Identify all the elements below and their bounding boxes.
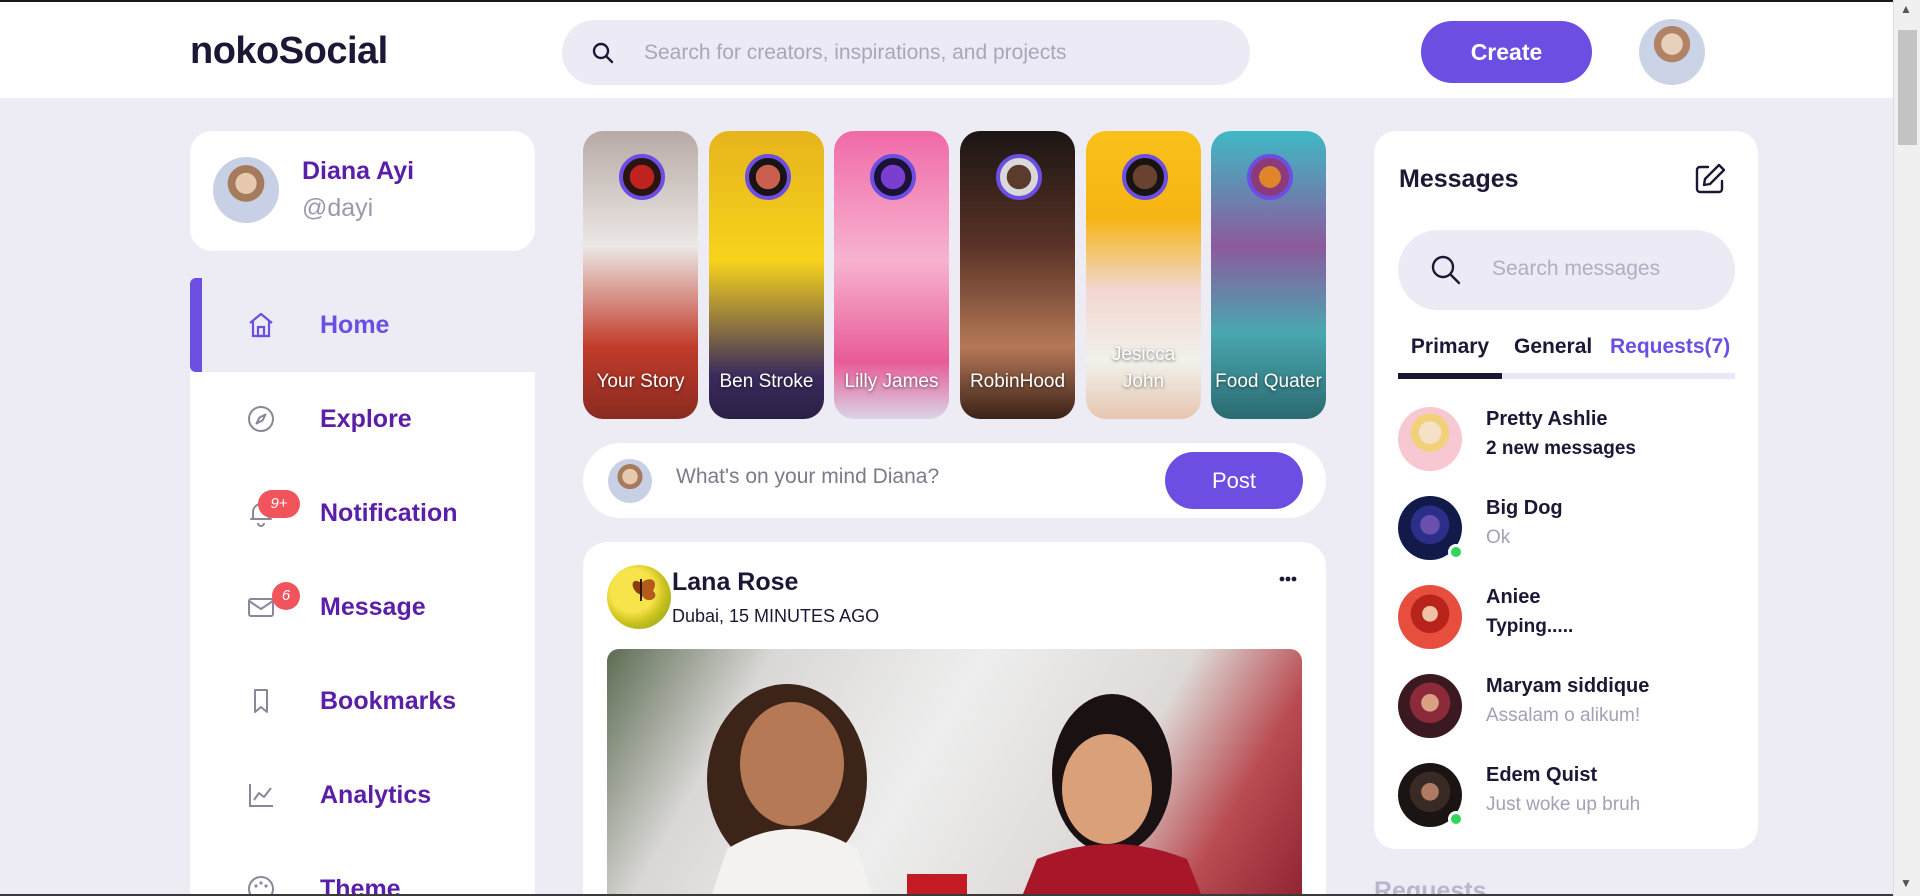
- message-item[interactable]: Aniee Typing.....: [1398, 585, 1735, 657]
- message-preview: Just woke up bruh: [1486, 794, 1641, 815]
- page-scrollbar[interactable]: ▲ ▼: [1893, 0, 1920, 896]
- butterfly-icon: [632, 579, 656, 601]
- message-tabs: Primary General Requests(7): [1398, 335, 1735, 379]
- story-avatar: [996, 154, 1042, 200]
- sidebar-item-label: Message: [320, 592, 426, 621]
- sidebar-item-explore[interactable]: Explore: [190, 372, 535, 466]
- story-label: RobinHood: [969, 371, 1066, 392]
- online-indicator: [1448, 544, 1464, 560]
- message-preview: Assalam o alikum!: [1486, 705, 1641, 726]
- more-options-icon[interactable]: [1273, 572, 1303, 586]
- user-avatar[interactable]: [1639, 19, 1705, 85]
- message-item[interactable]: Big Dog Ok: [1398, 496, 1735, 568]
- chart-icon: [246, 780, 276, 810]
- top-bar: nokoSocial Create: [0, 0, 1920, 98]
- feed-post: Lana Rose Dubai, 15 MINUTES AGO: [583, 542, 1326, 896]
- messages-panel: Messages Primary General Requests(7) Pre…: [1374, 131, 1758, 849]
- sidebar-item-theme[interactable]: Theme: [190, 842, 535, 896]
- edit-icon[interactable]: [1692, 161, 1728, 197]
- message-preview: Ok: [1486, 527, 1511, 548]
- sidebar-item-label: Explore: [320, 404, 412, 433]
- story-card[interactable]: Ben Stroke: [709, 131, 824, 419]
- sidebar-item-label: Theme: [320, 874, 401, 896]
- contact-name: Maryam siddique: [1486, 675, 1650, 697]
- compass-icon: [246, 404, 276, 434]
- contact-avatar: [1398, 674, 1462, 738]
- create-button[interactable]: Create: [1421, 21, 1592, 83]
- search-bar[interactable]: [562, 20, 1250, 85]
- story-label: Ben Stroke: [719, 371, 814, 392]
- story-label: Your Story: [596, 371, 685, 392]
- sidebar-item-label: Notification: [320, 498, 458, 527]
- contact-avatar: [1398, 585, 1462, 649]
- scroll-up-icon[interactable]: ▲: [1900, 2, 1912, 16]
- contact-name: Edem Quist: [1486, 764, 1598, 786]
- sidebar-item-home[interactable]: Home: [190, 278, 535, 372]
- story-avatar: [1247, 154, 1293, 200]
- contact-name: Big Dog: [1486, 497, 1563, 519]
- message-item[interactable]: Maryam siddique Assalam o alikum!: [1398, 674, 1735, 746]
- contact-name: Pretty Ashlie: [1486, 408, 1608, 430]
- search-input[interactable]: [644, 40, 1204, 65]
- scroll-thumb[interactable]: [1898, 30, 1917, 145]
- sidebar-item-analytics[interactable]: Analytics: [190, 748, 535, 842]
- app-logo[interactable]: nokoSocial: [190, 30, 388, 73]
- profile-handle: @dayi: [302, 194, 374, 222]
- sidebar-item-label: Bookmarks: [320, 686, 457, 715]
- tab-general[interactable]: General: [1514, 335, 1592, 359]
- tab-primary[interactable]: Primary: [1398, 335, 1502, 379]
- story-avatar: [1122, 154, 1168, 200]
- message-preview: 2 new messages: [1486, 438, 1636, 459]
- sidebar-item-message[interactable]: 6 Message: [190, 560, 535, 654]
- story-avatar: [870, 154, 916, 200]
- online-indicator: [1448, 811, 1464, 827]
- post-image[interactable]: [607, 649, 1302, 896]
- story-avatar: [745, 154, 791, 200]
- message-item[interactable]: Edem Quist Just woke up bruh: [1398, 763, 1735, 835]
- profile-card[interactable]: Diana Ayi @dayi: [190, 131, 535, 251]
- story-label: Jesicca John: [1111, 344, 1176, 392]
- post-meta: Dubai, 15 MINUTES AGO: [672, 606, 880, 626]
- message-item[interactable]: Pretty Ashlie 2 new messages: [1398, 407, 1735, 479]
- palette-icon: [246, 874, 276, 896]
- contact-avatar: [1398, 407, 1462, 471]
- search-icon: [1430, 254, 1462, 286]
- post-author-name[interactable]: Lana Rose: [672, 568, 798, 597]
- status-input[interactable]: [676, 465, 1156, 489]
- contact-name: Aniee: [1486, 586, 1541, 608]
- notification-badge: 9+: [258, 490, 300, 518]
- sidebar-nav: Home Explore 9+ Notification 6 Message B…: [190, 278, 535, 896]
- post-author-avatar[interactable]: [607, 565, 671, 629]
- story-card[interactable]: Jesicca John: [1086, 131, 1201, 419]
- bookmark-icon: [246, 686, 276, 716]
- story-avatar: [619, 154, 665, 200]
- sidebar-item-label: Home: [320, 310, 390, 339]
- story-card[interactable]: Your Story: [583, 131, 698, 419]
- story-label: Lilly James: [844, 371, 939, 392]
- home-icon: [246, 310, 276, 340]
- post-composer: Post: [583, 443, 1326, 518]
- sidebar-item-label: Analytics: [320, 780, 432, 809]
- post-button[interactable]: Post: [1165, 452, 1303, 509]
- story-card[interactable]: Food Quater: [1211, 131, 1326, 419]
- sidebar-item-bookmarks[interactable]: Bookmarks: [190, 654, 535, 748]
- messages-title: Messages: [1399, 165, 1519, 193]
- message-search[interactable]: [1398, 230, 1735, 310]
- tab-requests[interactable]: Requests(7): [1610, 335, 1730, 359]
- scroll-down-icon[interactable]: ▼: [1900, 876, 1912, 890]
- message-preview: Typing.....: [1486, 616, 1574, 637]
- composer-avatar: [608, 459, 652, 503]
- message-search-input[interactable]: [1492, 257, 1712, 281]
- story-card[interactable]: RobinHood: [960, 131, 1075, 419]
- message-badge: 6: [272, 582, 300, 610]
- search-icon: [592, 42, 614, 64]
- profile-avatar: [213, 157, 279, 223]
- profile-name: Diana Ayi: [302, 157, 415, 185]
- story-card[interactable]: Lilly James: [834, 131, 949, 419]
- sidebar-item-notification[interactable]: 9+ Notification: [190, 466, 535, 560]
- story-label: Food Quater: [1215, 371, 1322, 392]
